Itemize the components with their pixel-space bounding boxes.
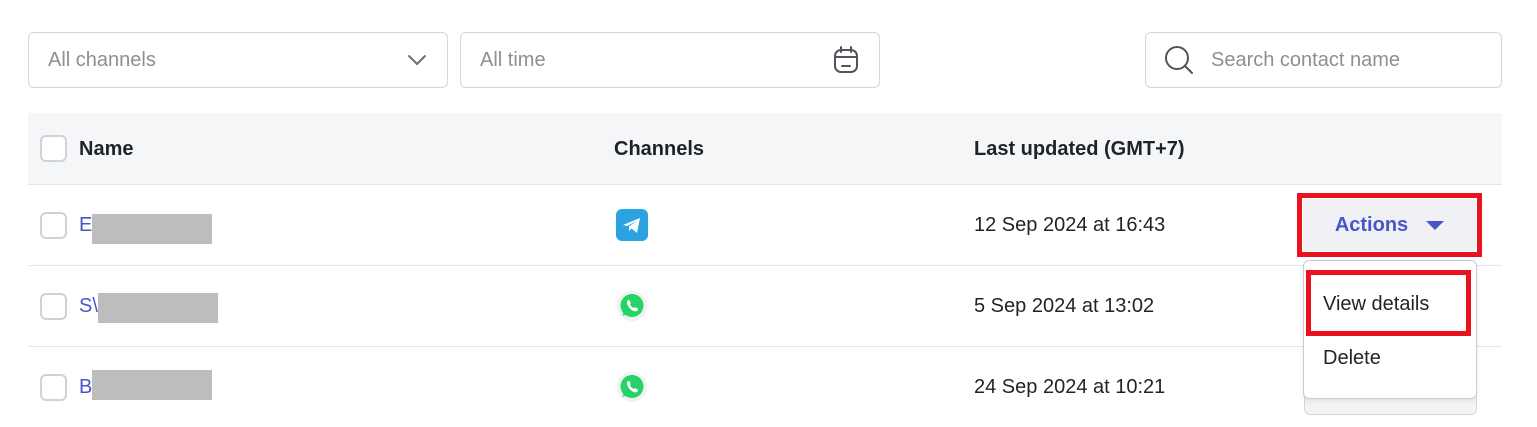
- redacted-block: [92, 370, 213, 400]
- contact-name-link[interactable]: E: [79, 185, 213, 265]
- redacted-block: [97, 293, 218, 323]
- menu-item-delete[interactable]: Delete: [1323, 347, 1381, 370]
- chevron-down-icon: [408, 55, 426, 65]
- whatsapp-icon: [617, 291, 647, 321]
- column-header-last-updated: Last updated (GMT+7): [974, 137, 1185, 160]
- contact-name-text: B: [79, 375, 93, 398]
- contact-name-text: E: [79, 213, 93, 236]
- row-checkbox[interactable]: [40, 212, 67, 239]
- channel-filter-select[interactable]: All channels: [28, 32, 448, 88]
- column-header-channels: Channels: [614, 137, 705, 160]
- actions-button[interactable]: Actions: [1303, 199, 1476, 251]
- contact-name-link[interactable]: B: [79, 347, 213, 427]
- last-updated: 5 Sep 2024 at 13:02: [974, 294, 1155, 317]
- caret-down-icon: [1426, 220, 1445, 230]
- actions-dropdown-menu: View details Delete: [1303, 260, 1477, 399]
- last-updated: 24 Sep 2024 at 10:21: [974, 375, 1166, 398]
- whatsapp-icon: [617, 372, 647, 402]
- table-header: Name Channels Last updated (GMT+7): [28, 113, 1502, 185]
- telegram-icon: [616, 209, 648, 241]
- row-checkbox[interactable]: [40, 374, 67, 401]
- search-placeholder: Search contact name: [1211, 48, 1400, 71]
- table-row[interactable]: B 24 Sep 2024 at 10:21: [28, 347, 1502, 426]
- column-header-name: Name: [79, 137, 134, 160]
- channel-filter-value: All channels: [48, 48, 156, 71]
- redacted-block: [92, 214, 213, 244]
- contact-name-link[interactable]: S\: [79, 266, 218, 346]
- select-all-checkbox[interactable]: [40, 135, 67, 162]
- search-icon: [1165, 46, 1193, 74]
- last-updated: 12 Sep 2024 at 16:43: [974, 213, 1166, 236]
- search-input[interactable]: Search contact name: [1145, 32, 1502, 88]
- actions-label: Actions: [1334, 213, 1409, 236]
- calendar-icon: [834, 46, 858, 73]
- table-row[interactable]: S\ 5 Sep 2024 at 13:02: [28, 266, 1502, 347]
- contact-name-text: S\: [79, 294, 98, 317]
- time-filter-select[interactable]: All time: [460, 32, 880, 88]
- table-row[interactable]: E 12 Sep 2024 at 16:43: [28, 185, 1502, 266]
- menu-item-view-details[interactable]: View details: [1323, 293, 1429, 316]
- time-filter-value: All time: [480, 48, 546, 71]
- row-checkbox[interactable]: [40, 293, 67, 320]
